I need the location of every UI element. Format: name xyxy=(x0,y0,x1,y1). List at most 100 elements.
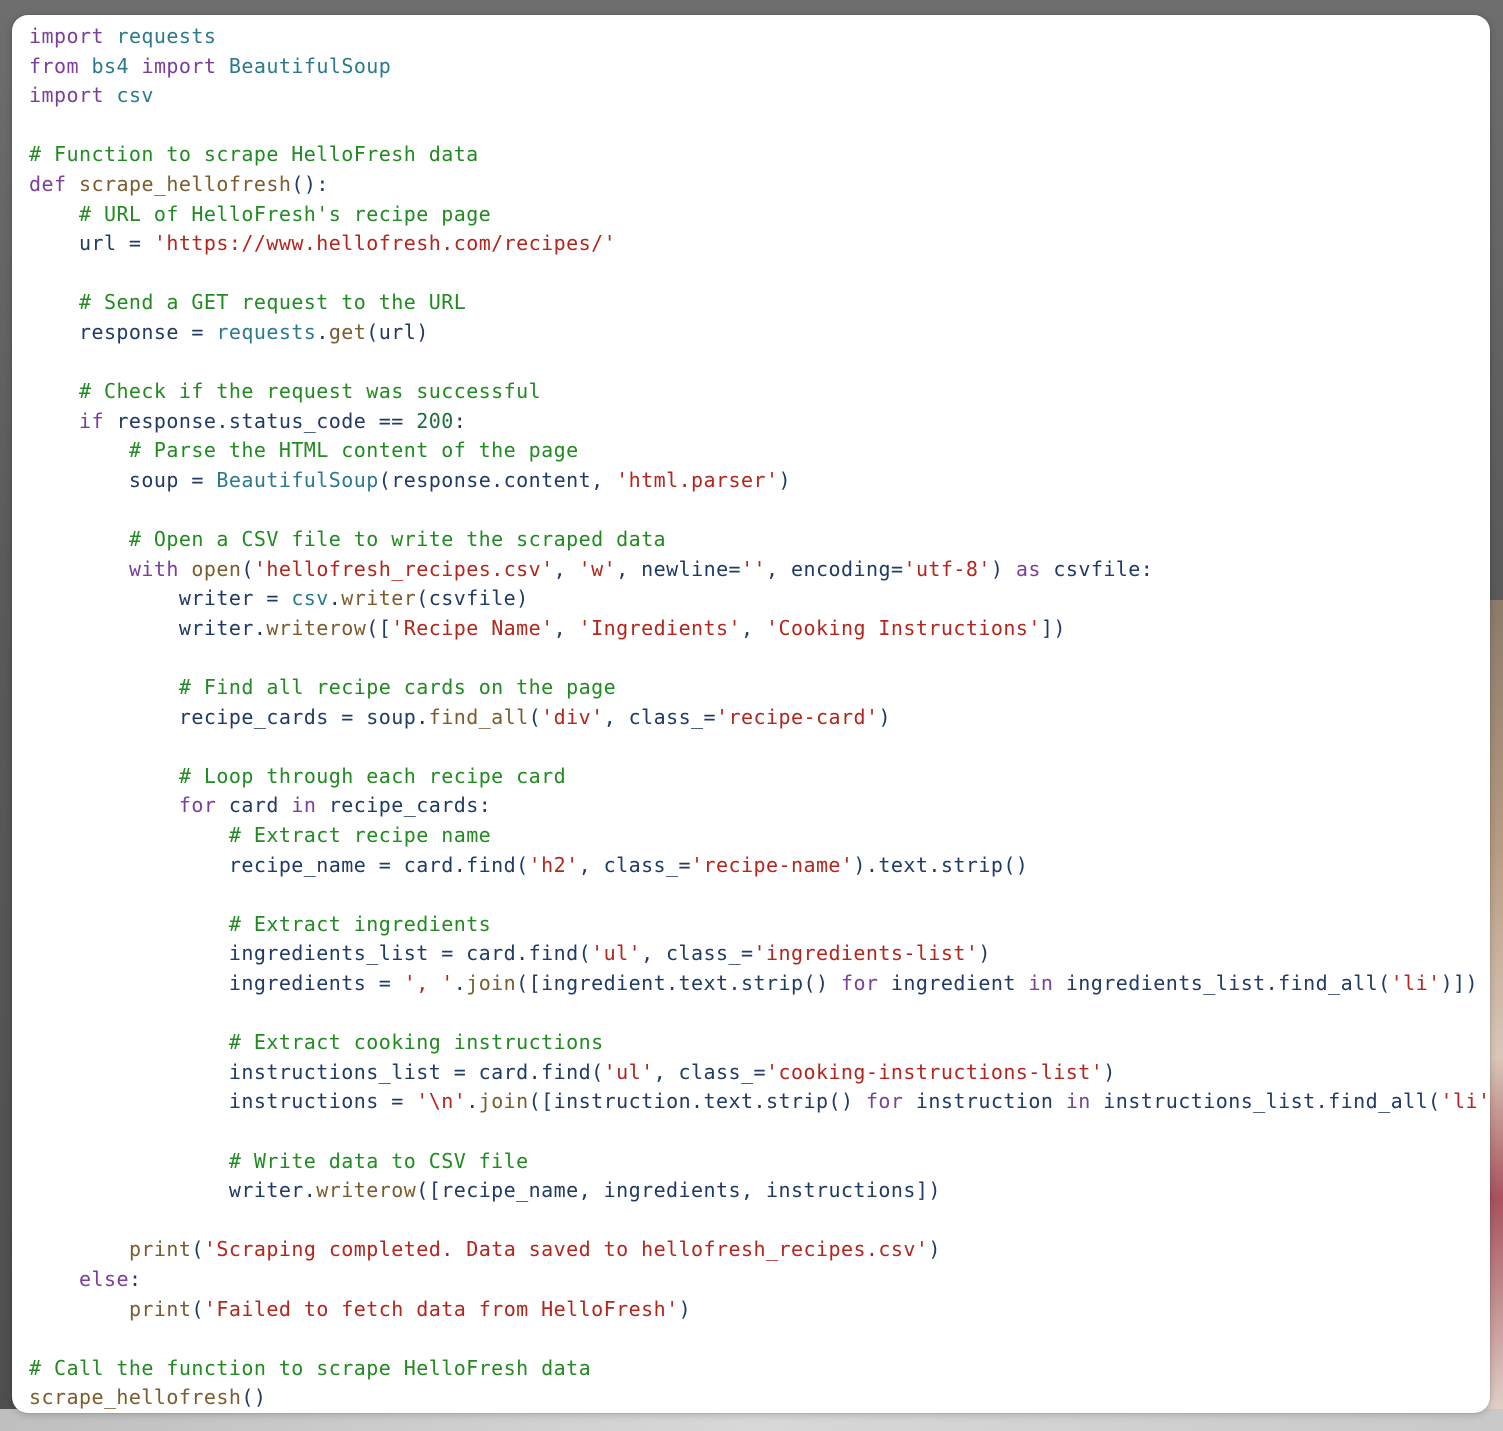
code-text: () xyxy=(241,1385,267,1410)
code-module: bs4 xyxy=(91,53,129,78)
code-text: recipe_name = card.find( xyxy=(29,852,529,877)
code-line: for card in recipe_cards: xyxy=(29,791,1490,821)
code-line: recipe_cards = soup.find_all('div', clas… xyxy=(29,703,1490,733)
code-keyword: def xyxy=(29,171,67,196)
code-line: with open('hellofresh_recipes.csv', 'w',… xyxy=(29,555,1490,585)
code-string: 'hellofresh_recipes.csv' xyxy=(253,556,554,581)
code-line: instructions = '\n'.join([instruction.te… xyxy=(29,1087,1490,1117)
code-line: # URL of HelloFresh's recipe page xyxy=(29,200,1490,230)
code-text: recipe_cards = soup. xyxy=(29,704,429,729)
code-line: print('Scraping completed. Data saved to… xyxy=(29,1235,1490,1265)
code-line: scrape_hellofresh() xyxy=(29,1383,1490,1413)
code-function: writerow xyxy=(316,1178,417,1203)
code-string: 'recipe-card' xyxy=(716,704,879,729)
code-string: '\n' xyxy=(416,1089,467,1114)
code-text: . xyxy=(453,971,467,995)
code-line: writer.writerow([recipe_name, ingredient… xyxy=(29,1176,1490,1206)
code-line: # Extract ingredients xyxy=(29,910,1490,940)
code-text: , class_= xyxy=(578,852,692,877)
code-line: ingredients = ', '.join([ingredient.text… xyxy=(29,969,1490,999)
code-text: ) xyxy=(678,1296,692,1321)
code-text: ).text.strip() xyxy=(853,852,1029,877)
code-line: from bs4 import BeautifulSoup xyxy=(29,52,1490,82)
code-comment: # Check if the request was successful xyxy=(78,379,542,404)
code-comment: # Function to scrape HelloFresh data xyxy=(29,142,479,167)
code-keyword: in xyxy=(1065,1089,1091,1114)
code-string: 'cooking-instructions-list' xyxy=(765,1059,1104,1084)
code-keyword: if xyxy=(78,408,104,433)
code-function: open xyxy=(191,556,242,581)
code-text: ingredients_list = card.find( xyxy=(29,941,592,966)
code-comment: # Write data to CSV file xyxy=(228,1148,529,1173)
code-text: ]) xyxy=(1040,615,1066,640)
code-keyword: as xyxy=(1015,556,1041,581)
code-text: ) xyxy=(990,556,1016,581)
code-keyword: with xyxy=(128,556,179,581)
code-function: print xyxy=(128,1296,192,1321)
code-string: 'utf-8' xyxy=(903,556,991,581)
code-text: writer. xyxy=(29,1178,317,1203)
code-comment: # Call the function to scrape HelloFresh… xyxy=(29,1355,592,1380)
code-keyword: in xyxy=(1028,971,1054,995)
code-string: 'html.parser' xyxy=(616,467,779,492)
code-text: ([ xyxy=(366,615,392,640)
code-module: csv xyxy=(291,586,329,611)
code-text: . xyxy=(316,319,329,344)
code-line: writer.writerow(['Recipe Name', 'Ingredi… xyxy=(29,614,1490,644)
code-text: instructions_list.find_all( xyxy=(1090,1089,1441,1114)
code-function: writer xyxy=(341,586,417,611)
code-comment: # Loop through each recipe card xyxy=(178,763,567,788)
code-string: 'li' xyxy=(1390,971,1441,995)
code-line: soup = BeautifulSoup(response.content, '… xyxy=(29,466,1490,496)
code-string: '' xyxy=(741,556,767,581)
code-string: 'ul' xyxy=(591,941,642,966)
code-text: )]) xyxy=(1440,971,1479,995)
code-line: # Check if the request was successful xyxy=(29,377,1490,407)
code-function: scrape_hellofresh xyxy=(78,171,292,196)
code-text: instructions = xyxy=(29,1089,417,1114)
code-keyword: import xyxy=(29,24,104,48)
code-line: # Find all recipe cards on the page xyxy=(29,673,1490,703)
code-text: ([instruction.text.strip() xyxy=(528,1089,866,1114)
code-function: print xyxy=(128,1237,192,1262)
code-comment: # Open a CSV file to write the scraped d… xyxy=(128,527,667,552)
code-string: 'https://www.hellofresh.com/recipes/' xyxy=(153,231,617,256)
code-text: ) xyxy=(878,704,891,729)
code-line: print('Failed to fetch data from HelloFr… xyxy=(29,1295,1490,1325)
code-line: writer = csv.writer(csvfile) xyxy=(29,584,1490,614)
code-text: (url) xyxy=(366,319,429,344)
code-text: ) xyxy=(1103,1059,1116,1084)
code-comment: # Extract recipe name xyxy=(228,823,492,848)
code-comment: # Extract ingredients xyxy=(228,911,492,936)
code-line: def scrape_hellofresh(): xyxy=(29,170,1490,200)
code-block-container: import requests from bs4 import Beautiful… xyxy=(12,15,1490,1413)
code-line: recipe_name = card.find('h2', class_='re… xyxy=(29,851,1490,881)
code-keyword: import xyxy=(29,83,104,108)
code-line: instructions_list = card.find('ul', clas… xyxy=(29,1058,1490,1088)
code-text: (response.content, xyxy=(378,467,617,492)
code-line: # Extract cooking instructions xyxy=(29,1028,1490,1058)
code-text: ) xyxy=(928,1237,941,1262)
code-text: ingredient xyxy=(878,971,1029,995)
code-text: , class_= xyxy=(653,1059,766,1084)
code-string: 'Ingredients' xyxy=(578,615,742,640)
code-text: , xyxy=(553,556,579,581)
code-text: ingredients_list.find_all( xyxy=(1053,971,1391,995)
code-line: # Parse the HTML content of the page xyxy=(29,436,1490,466)
code-line: # Write data to CSV file xyxy=(29,1147,1490,1177)
code-text: : xyxy=(453,408,467,433)
code-text: , class_= xyxy=(603,704,717,729)
